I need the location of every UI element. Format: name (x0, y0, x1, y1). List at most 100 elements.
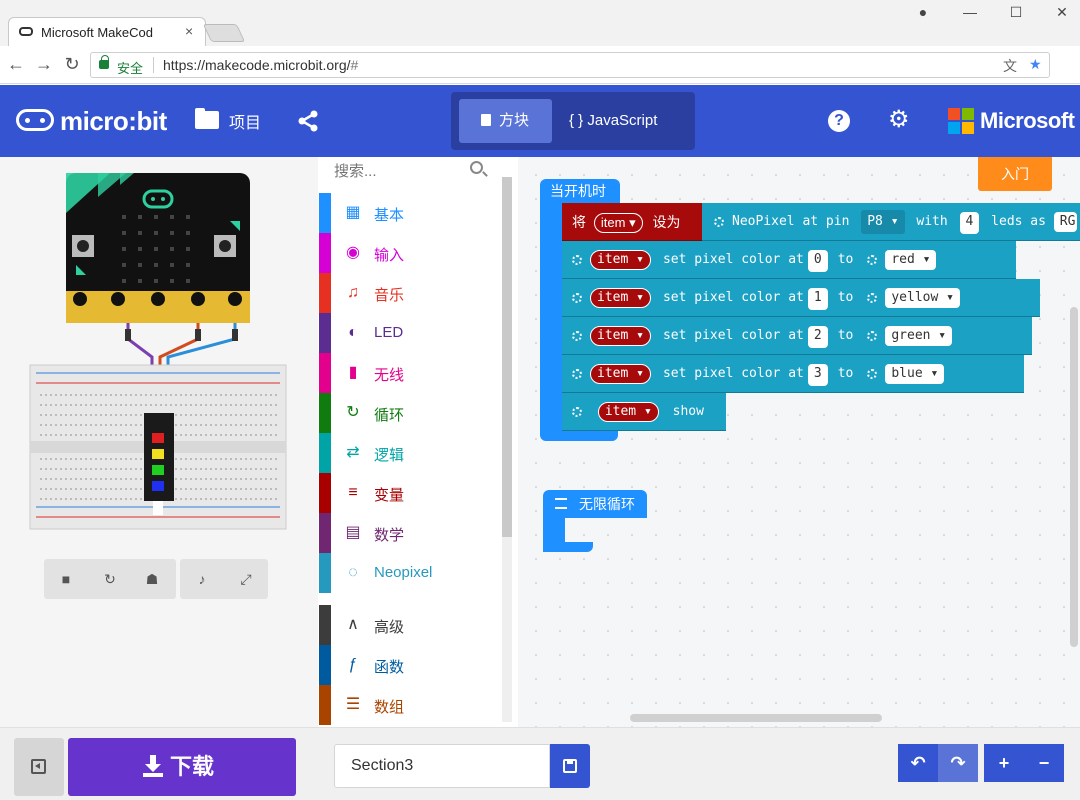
toolbox-category[interactable]: ◐ LED (319, 313, 499, 353)
folder-icon[interactable] (195, 108, 219, 129)
variable-dropdown[interactable]: item ▾ (593, 213, 643, 233)
toolbox-category[interactable]: ◌ Neopixel (319, 553, 499, 593)
variable-dropdown[interactable]: item ▾ (590, 326, 651, 346)
category-color-bar (319, 233, 331, 273)
toolbox-category[interactable]: ≡ 变量 (319, 473, 499, 513)
color-reporter[interactable]: yellow ▾ (863, 286, 964, 310)
save-button[interactable] (550, 744, 590, 788)
on-start-body (540, 203, 562, 435)
pin-dropdown[interactable]: P8 ▾ (861, 210, 905, 234)
set-pixel-color-block[interactable]: item ▾ set pixel color at 3 to blue ▾ (562, 355, 1024, 393)
category-icon: ◌ (348, 564, 358, 581)
toolbox-category[interactable]: ƒ 函数 (319, 645, 499, 685)
javascript-tab[interactable]: { } JavaScript (569, 99, 657, 143)
mute-icon[interactable]: ♪ (192, 569, 212, 589)
pixel-index-input[interactable]: 3 (807, 364, 828, 386)
neopixel-create-block[interactable]: NeoPixel at pin P8 ▾ with 4 leds as RG (702, 203, 1080, 241)
translate-icon[interactable]: 文 (1003, 56, 1017, 76)
pixel-index-input[interactable]: 2 (807, 326, 828, 348)
set-variable-block[interactable]: 将 item ▾ 设为 (562, 203, 702, 241)
set-pixel-color-block[interactable]: item ▾ set pixel color at 0 to red ▾ (562, 241, 1016, 279)
variable-dropdown[interactable]: item ▾ (590, 364, 651, 384)
category-label: 循环 (374, 407, 405, 424)
pixel-index-input[interactable]: 1 (807, 288, 828, 310)
toolbox-category[interactable]: ▤ 数学 (319, 513, 499, 553)
profile-icon[interactable]: ● (913, 4, 933, 20)
color-dropdown[interactable]: blue ▾ (885, 364, 945, 384)
pixel-index-input[interactable]: 0 (807, 250, 828, 272)
color-reporter[interactable]: red ▾ (863, 248, 941, 272)
workspace-horizontal-scrollbar[interactable] (630, 714, 882, 722)
save-icon (563, 759, 577, 773)
zoom-out-button[interactable]: − (1024, 744, 1064, 782)
toolbox-category[interactable]: ▮ 无线 (319, 353, 499, 393)
project-name-input[interactable]: Section3 (334, 744, 550, 788)
getting-started-button[interactable]: 入门 (978, 157, 1052, 191)
toolbox-category[interactable]: ▦ 基本 (319, 193, 499, 233)
toolbox-search-input[interactable] (334, 159, 484, 183)
toolbox-category[interactable]: ∧ 高级 (319, 605, 499, 645)
leds-count-input[interactable]: 4 (959, 212, 980, 234)
collapse-simulator-button[interactable] (14, 738, 64, 796)
url-field[interactable]: 安全 https://makecode.microbit.org/# 文 ★ (90, 52, 1050, 78)
category-icon: ∧ (347, 616, 359, 633)
toolbox-category[interactable]: ☰ 数组 (319, 685, 499, 725)
reload-button[interactable]: ↻ (62, 55, 82, 73)
undo-button[interactable]: ↶ (898, 744, 938, 782)
projects-button[interactable]: 项目 (229, 109, 261, 133)
blocks-tab[interactable]: 方块 (459, 99, 552, 143)
microsoft-logo-icon[interactable] (948, 108, 974, 134)
category-label: 函数 (374, 659, 405, 676)
set-pixel-color-block[interactable]: item ▾ set pixel color at 2 to green ▾ (562, 317, 1032, 355)
neopixel-text: NeoPixel at pin (732, 214, 850, 229)
category-color-bar (319, 273, 331, 313)
redo-button[interactable]: ↷ (938, 744, 978, 782)
forward-button[interactable]: → (34, 55, 54, 73)
category-icon: ☰ (345, 696, 361, 713)
window-minimize-button[interactable]: — (960, 4, 980, 20)
gear-icon[interactable]: ⚙ (888, 108, 910, 132)
toolbox-scrollbar[interactable] (502, 177, 512, 537)
variable-dropdown[interactable]: item ▾ (597, 402, 659, 422)
slow-mo-icon[interactable]: ☗ (142, 569, 162, 589)
toolbox-category[interactable]: ↻ 循环 (319, 393, 499, 433)
browser-tab[interactable]: Microsoft MakeCode for micro:bit × (8, 17, 206, 46)
color-dropdown[interactable]: yellow ▾ (885, 288, 960, 308)
blocks-workspace[interactable]: 入门 当开机时 将 item ▾ 设为 NeoPixel at pin P8 ▾… (518, 157, 1080, 727)
toolbox-category[interactable]: ⇄ 逻辑 (319, 433, 499, 473)
workspace-vertical-scrollbar[interactable] (1070, 307, 1078, 647)
microbit-logo-icon[interactable] (16, 109, 54, 131)
neopixel-icon (572, 406, 582, 417)
zoom-in-button[interactable]: + (984, 744, 1024, 782)
color-dropdown[interactable]: green ▾ (885, 326, 953, 346)
toolbox-category[interactable]: ♫ 音乐 (319, 273, 499, 313)
color-dropdown[interactable]: red ▾ (885, 250, 937, 270)
tab-close-icon[interactable]: × (185, 23, 193, 39)
bookmark-star-icon[interactable]: ★ (1029, 56, 1042, 73)
stop-icon[interactable]: ■ (56, 569, 76, 589)
variable-dropdown[interactable]: item ▾ (590, 288, 651, 308)
share-icon[interactable] (296, 109, 320, 133)
download-button[interactable]: 下载 (68, 738, 296, 796)
color-reporter[interactable]: green ▾ (863, 324, 957, 348)
back-button[interactable]: ← (6, 55, 26, 73)
variable-dropdown[interactable]: item ▾ (590, 250, 651, 270)
restart-icon[interactable]: ↻ (100, 569, 120, 589)
color-reporter[interactable]: blue ▾ (863, 362, 949, 386)
show-block[interactable]: item ▾ show (562, 393, 726, 431)
logo-text[interactable]: micro:bit (60, 106, 167, 137)
help-icon[interactable]: ? (828, 110, 850, 132)
microbit-simulator[interactable] (0, 157, 318, 557)
set-label: 将 (572, 214, 586, 230)
window-maximize-button[interactable]: ☐ (1006, 4, 1026, 21)
search-icon[interactable] (470, 161, 483, 174)
to-label: to (837, 366, 854, 381)
toolbox-category[interactable]: ◉ 输入 (319, 233, 499, 273)
new-tab-button[interactable] (202, 24, 246, 42)
secure-label: 安全 (117, 61, 144, 76)
mode-dropdown[interactable]: RG (1053, 212, 1078, 232)
set-pixel-color-block[interactable]: item ▾ set pixel color at 1 to yellow ▾ (562, 279, 1040, 317)
fullscreen-icon[interactable]: ⤢ (236, 569, 256, 589)
window-close-button[interactable]: ✕ (1052, 4, 1072, 21)
microsoft-text[interactable]: Microsoft (980, 108, 1075, 134)
